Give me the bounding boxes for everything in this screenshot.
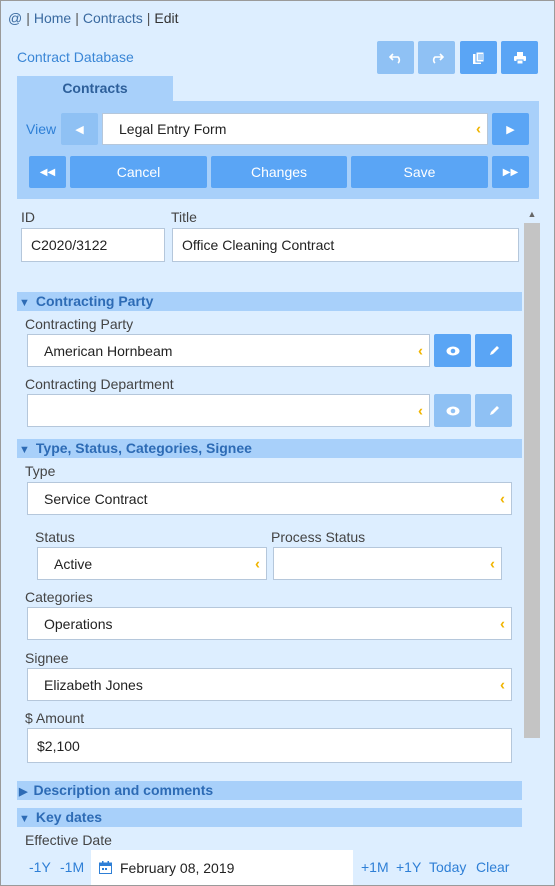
contracting-party-label: Contracting Party [25, 316, 134, 332]
view-prev-button[interactable]: ◀ [61, 113, 98, 145]
view-next-button[interactable]: ▶ [492, 113, 529, 145]
section-type-status[interactable]: ▼ Type, Status, Categories, Signee [17, 439, 522, 458]
signee-select[interactable]: Elizabeth Jones ‹ [27, 668, 512, 701]
contracting-party-select[interactable]: American Hornbeam ‹ [27, 334, 430, 367]
scrollbar-thumb[interactable] [524, 223, 540, 738]
chevron-left-icon: ‹ [476, 120, 481, 138]
section-description[interactable]: ▶ Description and comments [17, 781, 522, 800]
contracting-department-select[interactable]: ‹ [27, 394, 430, 427]
effective-date-field[interactable]: February 08, 2019 [91, 850, 353, 885]
view-select[interactable]: Legal Entry Form ‹ [102, 113, 488, 145]
type-select[interactable]: Service Contract ‹ [27, 482, 512, 515]
section-title: Key dates [35, 809, 103, 825]
breadcrumb-contracts[interactable]: Contracts [83, 10, 143, 26]
id-field[interactable]: C2020/3122 [21, 228, 165, 262]
minus-year-link[interactable]: -1Y [29, 859, 51, 875]
edit-department-button[interactable] [475, 394, 512, 427]
process-status-label: Process Status [271, 529, 366, 545]
type-label: Type [25, 463, 56, 479]
breadcrumb-home[interactable]: Home [34, 10, 71, 26]
edit-party-button[interactable] [475, 334, 512, 367]
section-title: Contracting Party [35, 293, 154, 309]
status-label: Status [35, 529, 75, 545]
eye-icon [446, 406, 459, 415]
breadcrumb-root[interactable]: @ [8, 10, 22, 26]
plus-month-link[interactable]: +1M [361, 859, 389, 875]
categories-label: Categories [25, 589, 93, 605]
first-record-button[interactable]: ◀◀ [29, 156, 66, 188]
plus-year-link[interactable]: +1Y [396, 859, 421, 875]
effective-date-label: Effective Date [25, 832, 112, 848]
print-icon [513, 51, 526, 64]
scroll-up-icon[interactable]: ▲ [524, 206, 540, 222]
calendar-icon [99, 861, 112, 874]
title-value: Office Cleaning Contract [182, 237, 335, 253]
section-title: Type, Status, Categories, Signee [35, 440, 252, 456]
save-button[interactable]: Save [351, 156, 488, 188]
process-status-select[interactable]: ‹ [273, 547, 502, 580]
id-label: ID [21, 209, 35, 225]
status-select[interactable]: Active ‹ [37, 547, 267, 580]
section-contracting-party[interactable]: ▼ Contracting Party [17, 292, 522, 311]
categories-select[interactable]: Operations ‹ [27, 607, 512, 640]
chevron-left-icon: ‹ [500, 490, 505, 507]
redo-button[interactable] [418, 41, 455, 74]
pencil-icon [489, 405, 499, 415]
tab-contracts[interactable]: Contracts [17, 76, 173, 101]
contracting-department-label: Contracting Department [25, 376, 174, 392]
triangle-down-icon: ▼ [19, 813, 30, 825]
chevron-left-icon: ‹ [490, 555, 495, 572]
chevron-left-icon: ‹ [500, 676, 505, 693]
effective-date-value: February 08, 2019 [120, 859, 235, 876]
print-button[interactable] [501, 41, 538, 74]
triangle-left-icon: ◀ [75, 123, 84, 136]
chevron-left-icon: ‹ [500, 615, 505, 632]
chevron-left-icon: ‹ [418, 342, 423, 359]
view-select-value: Legal Entry Form [119, 121, 227, 137]
view-party-button[interactable] [434, 334, 471, 367]
copy-button[interactable] [460, 41, 497, 74]
signee-value: Elizabeth Jones [44, 676, 143, 693]
id-value: C2020/3122 [31, 237, 108, 253]
redo-icon [432, 52, 444, 64]
amount-label: $ Amount [25, 710, 85, 726]
chevron-left-icon: ‹ [418, 402, 423, 419]
triangle-right-icon: ▶ [19, 786, 28, 798]
status-value: Active [54, 555, 93, 572]
view-label: View [26, 121, 57, 137]
clear-link[interactable]: Clear [476, 859, 509, 875]
minus-month-link[interactable]: -1M [60, 859, 84, 875]
title-field[interactable]: Office Cleaning Contract [172, 228, 519, 262]
title-label: Title [171, 209, 197, 225]
triangle-down-icon: ▼ [19, 297, 30, 309]
triangle-down-icon: ▼ [19, 444, 30, 456]
view-department-button[interactable] [434, 394, 471, 427]
section-title: Description and comments [33, 782, 214, 798]
breadcrumb-current: Edit [154, 10, 179, 26]
page-title: Contract Database [17, 49, 134, 65]
categories-value: Operations [44, 615, 113, 632]
section-key-dates[interactable]: ▼ Key dates [17, 808, 522, 827]
cancel-button[interactable]: Cancel [70, 156, 207, 188]
amount-field[interactable]: $2,100 [27, 728, 512, 763]
pencil-icon [489, 345, 499, 355]
undo-button[interactable] [377, 41, 414, 74]
triangle-right-icon: ▶ [506, 123, 515, 136]
app-frame: @ | Home | Contracts | Edit Contract Database … [0, 0, 555, 886]
copy-icon [472, 51, 484, 64]
today-link[interactable]: Today [429, 859, 466, 875]
fast-forward-icon: ▶▶ [502, 166, 519, 178]
contracting-party-value: American Hornbeam [44, 342, 173, 359]
changes-button[interactable]: Changes [211, 156, 347, 188]
type-value: Service Contract [44, 490, 148, 507]
breadcrumb: @ | Home | Contracts | Edit [8, 10, 179, 26]
undo-icon [388, 52, 400, 64]
chevron-left-icon: ‹ [255, 555, 260, 572]
eye-icon [446, 346, 459, 355]
fast-backward-icon: ◀◀ [39, 166, 56, 178]
last-record-button[interactable]: ▶▶ [492, 156, 529, 188]
amount-value: $2,100 [37, 737, 80, 754]
signee-label: Signee [25, 650, 69, 666]
